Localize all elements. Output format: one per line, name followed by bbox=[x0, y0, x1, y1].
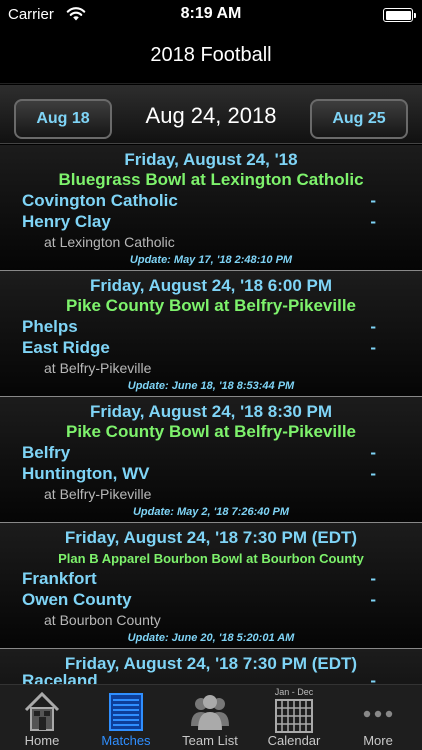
team-home: Raceland bbox=[22, 671, 98, 684]
score-home: - bbox=[370, 569, 376, 588]
battery-icon bbox=[383, 8, 416, 22]
match-update-time: Update: June 20, '18 5:20:01 AM bbox=[127, 632, 295, 644]
navigation-bar: 2018 Football bbox=[0, 30, 422, 84]
team-away: Owen County bbox=[22, 590, 132, 609]
matches-list-icon bbox=[106, 688, 146, 732]
match-date: Friday, August 24, '18 8:30 PM bbox=[89, 402, 333, 421]
status-time: 8:19 AM bbox=[180, 5, 242, 22]
tab-more[interactable]: More bbox=[336, 685, 420, 750]
score-away: - bbox=[370, 212, 376, 231]
more-dots-icon bbox=[358, 688, 398, 732]
match-row[interactable]: Friday, August 24, '18 7:30 PM (EDT) Rac… bbox=[0, 649, 422, 684]
match-update-time: Update: May 2, '18 7:26:40 PM bbox=[132, 506, 290, 518]
tab-home[interactable]: Home bbox=[0, 685, 84, 750]
score-away: - bbox=[370, 590, 376, 609]
match-row[interactable]: Friday, August 24, '18 Bluegrass Bowl at… bbox=[0, 145, 422, 271]
match-bowl: Pike County Bowl at Belfry-Pikeville bbox=[65, 296, 357, 315]
score-away: - bbox=[370, 338, 376, 357]
match-venue: at Belfry-Pikeville bbox=[44, 360, 152, 376]
tab-bar: Home Matches Team List Jan - Dec Calenda… bbox=[0, 684, 422, 750]
next-date-button[interactable]: Aug 25 bbox=[310, 99, 408, 139]
team-home: Phelps bbox=[22, 317, 78, 336]
tab-calendar-label: Calendar bbox=[267, 733, 321, 748]
match-venue: at Lexington Catholic bbox=[44, 234, 175, 250]
score-home: - bbox=[370, 191, 376, 210]
match-venue: at Belfry-Pikeville bbox=[44, 486, 152, 502]
tab-team-list[interactable]: Team List bbox=[168, 685, 252, 750]
status-bar: Carrier 8:19 AM bbox=[0, 0, 422, 30]
team-home: Belfry bbox=[22, 443, 71, 462]
match-bowl: Plan B Apparel Bourbon Bowl at Bourbon C… bbox=[58, 551, 364, 566]
house-icon bbox=[22, 688, 62, 732]
tab-matches[interactable]: Matches bbox=[84, 685, 168, 750]
match-update-time: Update: May 17, '18 2:48:10 PM bbox=[129, 254, 293, 266]
score-away: - bbox=[370, 464, 376, 483]
team-away: Huntington, WV bbox=[22, 464, 150, 483]
match-row[interactable]: Friday, August 24, '18 6:00 PM Pike Coun… bbox=[0, 271, 422, 397]
tab-home-label: Home bbox=[24, 733, 60, 748]
match-update-time: Update: June 18, '18 8:53:44 PM bbox=[127, 380, 295, 392]
score-home: - bbox=[370, 443, 376, 462]
tab-more-label: More bbox=[363, 733, 393, 748]
tab-matches-label: Matches bbox=[101, 733, 151, 748]
match-date: Friday, August 24, '18 bbox=[124, 150, 298, 169]
score-home: - bbox=[370, 317, 376, 336]
calendar-range-caption: Jan - Dec bbox=[274, 687, 314, 697]
team-away: Henry Clay bbox=[22, 212, 111, 231]
team-people-icon bbox=[190, 688, 230, 732]
match-row[interactable]: Friday, August 24, '18 7:30 PM (EDT) Pla… bbox=[0, 523, 422, 649]
tab-team-list-label: Team List bbox=[182, 733, 238, 748]
match-date: Friday, August 24, '18 6:00 PM bbox=[89, 276, 333, 295]
match-venue: at Bourbon County bbox=[44, 612, 161, 628]
team-away: East Ridge bbox=[22, 338, 110, 357]
team-home: Frankfort bbox=[22, 569, 97, 588]
match-date: Friday, August 24, '18 7:30 PM (EDT) bbox=[64, 528, 358, 547]
match-bowl: Pike County Bowl at Belfry-Pikeville bbox=[65, 422, 357, 441]
date-navigation: Aug 18 Aug 24, 2018 Aug 25 bbox=[0, 85, 422, 144]
match-list[interactable]: Friday, August 24, '18 Bluegrass Bowl at… bbox=[0, 145, 422, 684]
match-row[interactable]: Friday, August 24, '18 8:30 PM Pike Coun… bbox=[0, 397, 422, 523]
team-home: Covington Catholic bbox=[22, 191, 178, 210]
page-title: 2018 Football bbox=[150, 44, 272, 66]
match-bowl: Bluegrass Bowl at Lexington Catholic bbox=[58, 170, 364, 189]
calendar-grid-icon bbox=[274, 699, 314, 733]
tab-calendar[interactable]: Jan - Dec Calendar bbox=[252, 685, 336, 750]
score-home: - bbox=[370, 671, 376, 684]
